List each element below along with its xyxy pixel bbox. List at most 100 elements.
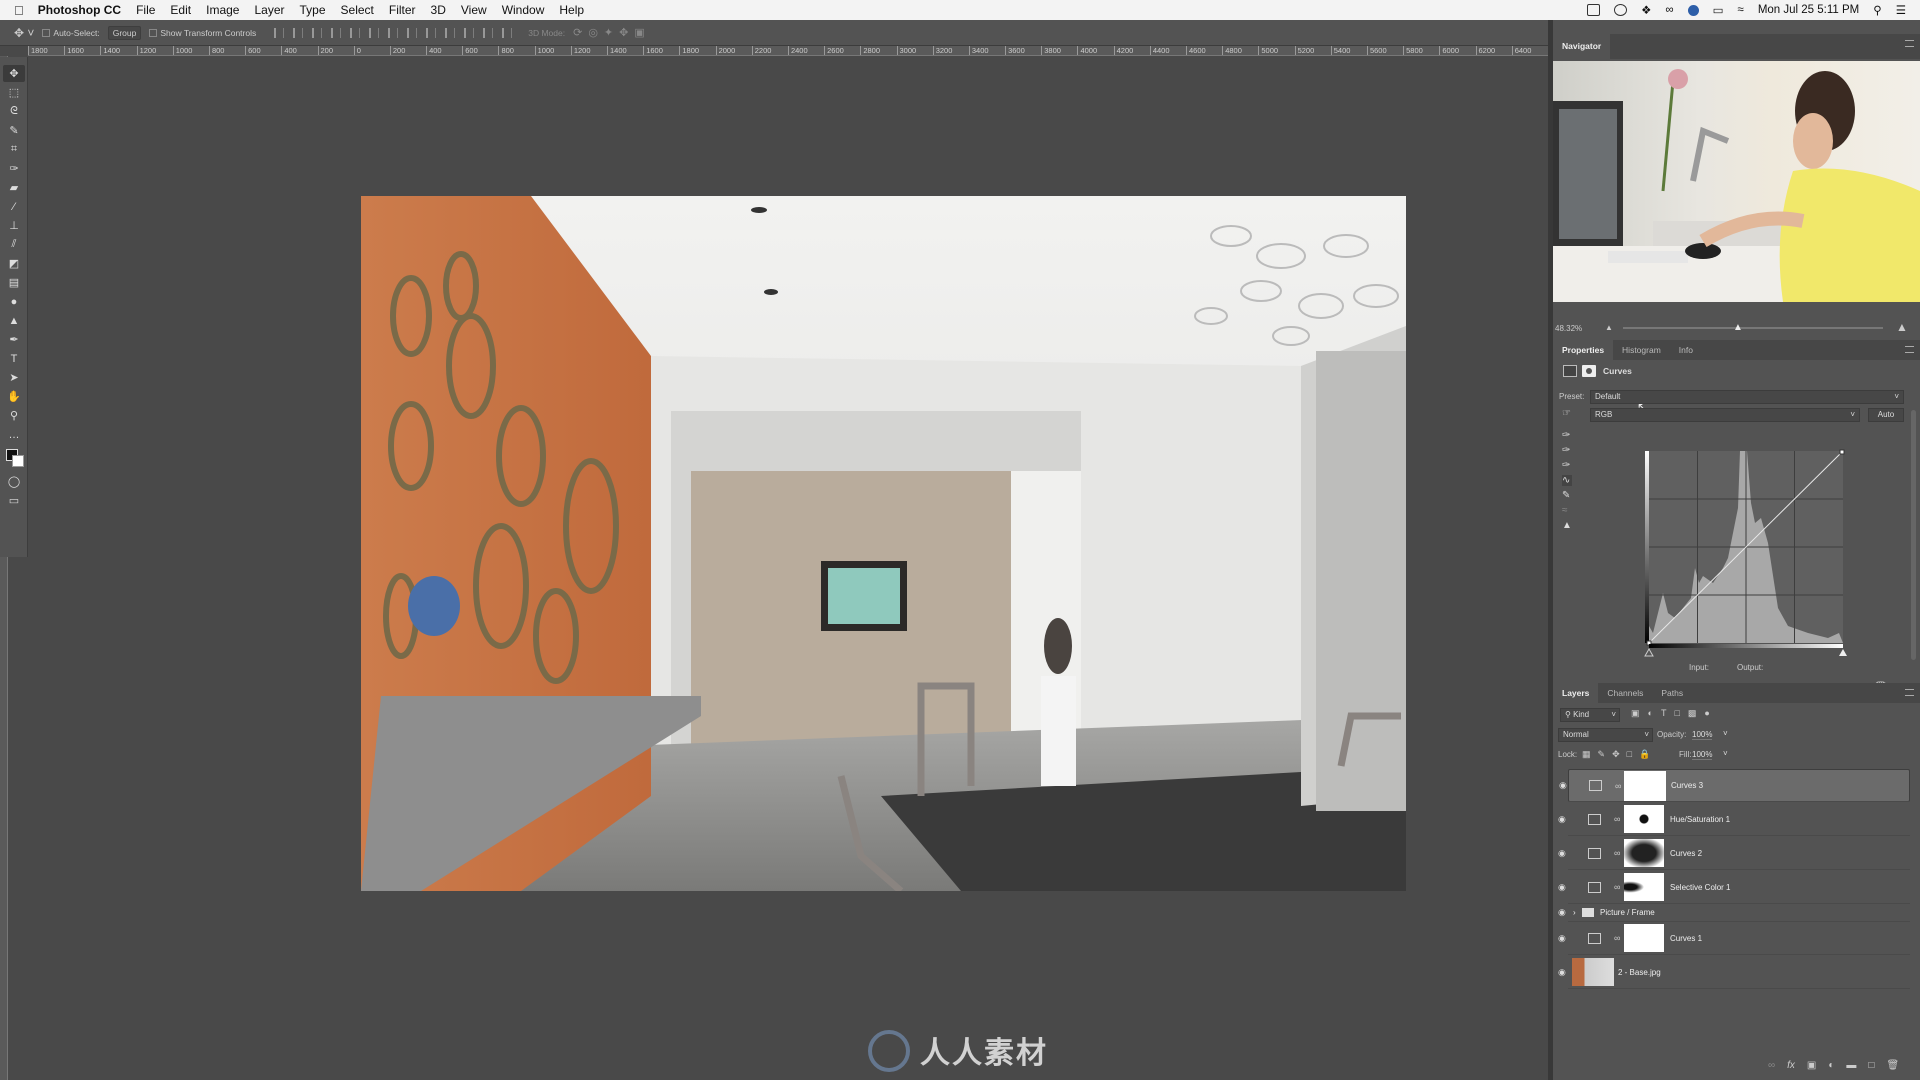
align-bottom-icon[interactable] (312, 27, 323, 38)
panel-menu-icon[interactable] (1905, 40, 1914, 47)
tab-properties[interactable]: Properties (1553, 340, 1614, 360)
background-color-swatch[interactable] (12, 455, 24, 467)
eye-icon[interactable]: ◉ (1558, 933, 1566, 944)
hand-tool-icon[interactable]: ✋ (3, 388, 25, 405)
group-select[interactable]: Group (107, 25, 142, 40)
align-right-icon[interactable] (369, 27, 380, 38)
layer-row[interactable]: ◉ 2 - Base.jpg (1558, 956, 1910, 989)
notification-icon[interactable]: ☰ (1896, 3, 1906, 17)
align-vcenter-icon[interactable] (293, 27, 304, 38)
auto-select-checkbox[interactable]: Auto-Select: (42, 28, 100, 38)
creative-cloud-icon[interactable]: ∞ (1665, 4, 1673, 16)
panel-menu-icon[interactable] (1905, 346, 1914, 353)
eye-icon[interactable]: ◉ (1558, 967, 1566, 978)
link-layers-icon[interactable]: ∞ (1768, 1060, 1775, 1071)
layer-row[interactable]: ◉ ∞ Selective Color 1 (1558, 871, 1910, 904)
distribute-right-icon[interactable] (483, 27, 494, 38)
filter-type-icon[interactable]: T (1661, 708, 1667, 719)
channel-dropdown[interactable]: RGB ˅ (1590, 408, 1860, 422)
new-adjustment-icon[interactable]: ◐ (1828, 1060, 1834, 1071)
status-dot-icon[interactable] (1687, 4, 1699, 16)
smooth-curve-icon[interactable]: ≈ (1562, 505, 1572, 516)
tab-paths[interactable]: Paths (1652, 683, 1692, 703)
menu-layer[interactable]: Layer (254, 3, 284, 17)
lock-transparent-icon[interactable]: ▦ (1582, 749, 1591, 760)
delete-layer-icon[interactable]: 🗑 (1886, 1060, 1899, 1071)
distribute-top-icon[interactable] (388, 27, 399, 38)
eye-icon[interactable]: ◉ (1558, 814, 1566, 825)
lock-artboard-icon[interactable]: □ (1627, 749, 1632, 760)
zoom-tool-icon[interactable]: ⚲ (3, 407, 25, 424)
white-point-eyedropper-icon[interactable]: ✑ (1562, 460, 1572, 471)
targeted-adjustment-icon[interactable]: ☞ (1562, 408, 1571, 419)
navigator-zoom-slider[interactable] (1623, 327, 1883, 329)
menu-edit[interactable]: Edit (170, 3, 191, 17)
distribute-bottom-icon[interactable] (426, 27, 437, 38)
layer-row[interactable]: ◉ ∞ Curves 2 (1558, 837, 1910, 870)
layer-mask-thumbnail[interactable] (1624, 924, 1664, 952)
auto-button[interactable]: Auto (1868, 408, 1904, 422)
tab-channels[interactable]: Channels (1598, 683, 1652, 703)
distribute-hcenter-icon[interactable] (464, 27, 475, 38)
more-tool-icon[interactable]: … (3, 426, 25, 443)
fill-chevron-icon[interactable]: ˅ (1723, 749, 1728, 758)
spotlight-icon[interactable]: ⚲ (1873, 3, 1881, 17)
eyedropper-tool-icon[interactable]: ✑ (3, 160, 25, 177)
apple-icon[interactable]:  (14, 3, 24, 18)
tab-navigator[interactable]: Navigator (1553, 34, 1611, 59)
type-tool-icon[interactable]: T (3, 350, 25, 367)
menu-filter[interactable]: Filter (389, 3, 416, 17)
link-icon[interactable]: ∞ (1614, 814, 1620, 824)
layer-mask-thumbnail[interactable] (1624, 839, 1664, 867)
zoom-slider-handle[interactable]: ▲ (1733, 322, 1743, 333)
layer-row[interactable]: ◉ ∞ Hue/Saturation 1 (1558, 803, 1910, 836)
lock-all-icon[interactable]: 🔒 (1639, 749, 1650, 760)
screen-icon[interactable] (1587, 4, 1601, 16)
clock[interactable]: Mon Jul 25 5:11 PM (1758, 4, 1859, 16)
eye-icon[interactable]: ◉ (1558, 848, 1566, 859)
color-swatches[interactable] (3, 445, 24, 471)
menu-window[interactable]: Window (502, 3, 545, 17)
layer-style-icon[interactable]: fx (1787, 1060, 1795, 1071)
path-select-tool-icon[interactable]: ➤ (3, 369, 25, 386)
align-left-icon[interactable] (331, 27, 342, 38)
3d-mode-icons[interactable]: ⟳◎✦✥▣ (573, 26, 651, 39)
opacity-chevron-icon[interactable]: ˅ (1723, 729, 1728, 738)
clipping-warning-icon[interactable]: ▲ (1562, 520, 1572, 531)
airplay-icon[interactable]: ▭ (1713, 3, 1724, 17)
pen-tool-icon[interactable]: ✒ (3, 331, 25, 348)
show-transform-checkbox[interactable]: Show Transform Controls (149, 28, 256, 38)
menu-app[interactable]: Photoshop CC (38, 3, 121, 17)
chevron-right-icon[interactable]: › (1573, 908, 1576, 917)
new-layer-icon[interactable]: □ (1868, 1060, 1874, 1071)
distribute-left-icon[interactable] (445, 27, 456, 38)
screen-mode-icon[interactable]: ▭ (3, 492, 25, 509)
blur-tool-icon[interactable]: ● (3, 293, 25, 310)
tab-info[interactable]: Info (1670, 340, 1702, 360)
zoom-out-icon[interactable]: ▲ (1605, 323, 1613, 332)
link-icon[interactable]: ∞ (1614, 933, 1620, 943)
layer-mask-thumbnail[interactable] (1624, 873, 1664, 901)
menu-select[interactable]: Select (341, 3, 374, 17)
navigator-preview[interactable] (1553, 61, 1920, 302)
eye-icon[interactable]: ◉ (1558, 907, 1566, 918)
dropbox-icon[interactable]: ❖ (1641, 3, 1651, 17)
properties-scrollbar[interactable] (1911, 410, 1916, 660)
eye-icon[interactable]: ◉ (1558, 882, 1566, 893)
menu-help[interactable]: Help (559, 3, 584, 17)
navigator-zoom-value[interactable]: 48.32% (1555, 324, 1582, 333)
eye-icon[interactable]: ◉ (1559, 780, 1567, 791)
gray-point-eyedropper-icon[interactable]: ✑ (1562, 445, 1572, 456)
marquee-tool-icon[interactable]: ⬚ (3, 84, 25, 101)
zoom-in-icon[interactable]: ▲ (1896, 320, 1908, 334)
auto-align-icon[interactable] (502, 27, 513, 38)
gradient-tool-icon[interactable]: ▤ (3, 274, 25, 291)
black-point-eyedropper-icon[interactable]: ✑ (1562, 430, 1572, 441)
layer-mask-icon[interactable] (1582, 365, 1596, 377)
eraser-tool-icon[interactable]: ◩ (3, 255, 25, 272)
crop-tool-icon[interactable]: ⌗ (3, 141, 25, 158)
opacity-field[interactable]: 100% (1692, 730, 1713, 740)
panel-menu-icon[interactable] (1905, 689, 1914, 696)
tab-layers[interactable]: Layers (1553, 683, 1599, 703)
blend-mode-dropdown[interactable]: Normal ˅ (1558, 728, 1653, 742)
